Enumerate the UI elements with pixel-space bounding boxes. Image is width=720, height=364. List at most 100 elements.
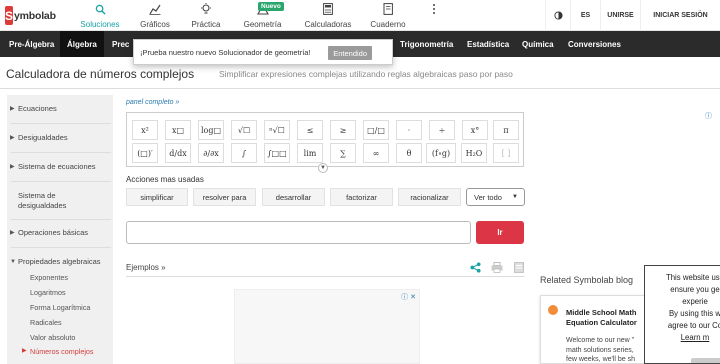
sidebar-subitem-exponentes[interactable]: Exponentes [30, 273, 68, 282]
key-dot[interactable]: · [396, 120, 422, 140]
page-subtitle: Simplificar expresiones complejas utiliz… [219, 69, 513, 79]
sidebar-subitem-radicales[interactable]: Radicales [30, 318, 62, 327]
divider [11, 123, 111, 124]
share-icon[interactable] [468, 261, 482, 273]
subject-conversiones[interactable]: Conversiones [568, 31, 621, 57]
sidebar-item-desigualdades[interactable]: ▶ Desigualdades [7, 133, 113, 143]
chart-icon [149, 3, 161, 15]
subject-trigonometria[interactable]: Trigonometría [400, 31, 453, 57]
subject-precalculo[interactable]: Prec [112, 31, 129, 57]
blog-card-title: Middle School Math Equation Calculator [566, 308, 637, 327]
advertisement: ⓘ ✕ [234, 289, 420, 364]
key-geq[interactable]: ≥ [330, 120, 356, 140]
nav-geometria[interactable]: Nuevo Geometría [240, 2, 285, 29]
key-partial[interactable]: ∂/∂x [198, 143, 224, 163]
key-definite-integral[interactable]: ∫□□ [264, 143, 290, 163]
nav-label: Práctica [191, 20, 221, 29]
cookie-accept-button[interactable] [691, 358, 720, 363]
full-panel-link[interactable]: panel completo » [126, 99, 179, 106]
factor-button[interactable]: factorizar [330, 188, 393, 206]
key-degree[interactable]: x° [462, 120, 488, 140]
nav-calculadoras[interactable]: Calculadoras [303, 3, 353, 29]
caret-right-icon: ▶ [10, 135, 15, 141]
expression-input[interactable] [126, 221, 471, 244]
more-menu-icon[interactable] [428, 3, 440, 29]
key-nth-root[interactable]: ⁿ√☐ [264, 120, 290, 140]
ad-info-icon[interactable]: ⓘ [705, 111, 712, 121]
nav-label: Gráficos [140, 20, 170, 29]
key-composition[interactable]: (f∘g) [426, 143, 456, 163]
key-pi[interactable]: π [493, 120, 519, 140]
print-icon[interactable] [490, 261, 504, 273]
language-selector[interactable]: ES [570, 0, 600, 31]
caret-right-icon: ▶ [10, 106, 15, 112]
caret-right-icon: ▶ [22, 348, 27, 354]
key-x-power[interactable]: x□ [165, 120, 191, 140]
chevron-down-icon[interactable]: ▼ [318, 163, 328, 173]
key-theta[interactable]: θ [396, 143, 422, 163]
key-sqrt[interactable]: √☐ [231, 120, 257, 140]
nav-graficos[interactable]: Gráficos [136, 3, 174, 29]
top-navbar: S ymbolab Soluciones Gráficos Práctica N… [0, 0, 720, 31]
sidebar-item-sistema-ecuaciones[interactable]: ▶ Sistema de ecuaciones [7, 162, 113, 172]
key-matrix[interactable]: [ ] [493, 143, 519, 163]
subject-prealgebra[interactable]: Pre-Álgebra [9, 31, 54, 57]
dark-mode-toggle[interactable] [545, 0, 570, 31]
key-log[interactable]: log□ [198, 120, 224, 140]
sidebar-subitem-valor-absoluto[interactable]: Valor absoluto [30, 333, 75, 342]
cookie-learn-more-link[interactable]: Learn m [645, 332, 720, 344]
nav-cuaderno[interactable]: Cuaderno [368, 3, 408, 29]
sidebar-item-operaciones-basicas[interactable]: ▶ Operaciones básicas [7, 228, 113, 238]
key-integral[interactable]: ∫ [231, 143, 257, 163]
symbolab-logo[interactable]: S ymbolab [5, 6, 56, 25]
search-icon [95, 3, 106, 15]
key-x-squared[interactable]: x² [132, 120, 158, 140]
sidebar-item-sistema-desigualdades[interactable]: Sistema de desigualdades [7, 191, 97, 211]
divider [11, 219, 111, 220]
cookie-text: This website use ensure you ge experie B… [645, 272, 720, 344]
key-divide[interactable]: ÷ [429, 120, 455, 140]
key-leq[interactable]: ≤ [297, 120, 323, 140]
key-chemistry[interactable]: H₂O [461, 143, 487, 163]
nav-practica[interactable]: Práctica [187, 3, 225, 29]
new-badge: Nuevo [258, 2, 284, 11]
examples-link[interactable]: Ejemplos » [126, 263, 166, 272]
caret-down-icon: ▼ [10, 259, 16, 265]
go-button[interactable]: Ir [476, 221, 524, 244]
key-sum[interactable]: ∑ [330, 143, 356, 163]
login-button[interactable]: INICIAR SESIÓN [640, 0, 720, 31]
simplify-button[interactable]: simplificar [126, 188, 188, 206]
rationalize-button[interactable]: racionalizar [398, 188, 461, 206]
caret-down-icon: ▼ [512, 194, 518, 200]
ad-info-icon[interactable]: ⓘ ✕ [401, 292, 416, 302]
see-all-dropdown[interactable]: Ver todo ▼ [466, 188, 525, 206]
expand-button[interactable]: desarrollar [262, 188, 325, 206]
divider [11, 181, 111, 182]
nav-label: Calculadoras [304, 20, 352, 29]
sidebar-subitem-logaritmos[interactable]: Logaritmos [30, 288, 66, 297]
sidebar-item-ecuaciones[interactable]: ▶ Ecuaciones [7, 104, 113, 114]
divider [126, 276, 525, 277]
logo-text: ymbolab [14, 9, 56, 22]
actions-label: Acciones mas usadas [126, 175, 204, 184]
subject-estadistica[interactable]: Estadística [467, 31, 509, 57]
key-d-dx[interactable]: d/dx [165, 143, 191, 163]
blog-card-body: Welcome to our new " math solutions seri… [566, 337, 636, 363]
sidebar-subitem-numeros-complejos[interactable]: ▶ Números complejos [22, 347, 94, 356]
cookie-banner: This website use ensure you ge experie B… [644, 265, 720, 364]
math-keypad: x² x□ log□ √☐ ⁿ√☐ ≤ ≥ □/□ · ÷ x° π (□)′ … [126, 112, 524, 167]
key-limit[interactable]: lim [297, 143, 323, 163]
key-derivative-prime[interactable]: (□)′ [132, 143, 158, 163]
subject-algebra[interactable]: Álgebra [60, 31, 104, 57]
subject-quimica[interactable]: Química [522, 31, 554, 57]
key-infinity[interactable]: ∞ [363, 143, 389, 163]
solve-for-button[interactable]: resolver para [193, 188, 256, 206]
popup-text: ¡Prueba nuestro nuevo Solucionador de ge… [140, 47, 311, 57]
key-fraction[interactable]: □/□ [363, 120, 389, 140]
join-button[interactable]: UNIRSE [600, 0, 640, 31]
related-blog-title: Related Symbolab blog [540, 275, 634, 285]
sidebar-item-propiedades-algebraicas[interactable]: ▼ Propiedades algebraicas [7, 257, 113, 267]
pdf-icon[interactable] [512, 261, 526, 273]
sidebar-subitem-forma-logaritmica[interactable]: Forma Logarítmica [30, 303, 90, 312]
nav-soluciones[interactable]: Soluciones [80, 3, 120, 29]
